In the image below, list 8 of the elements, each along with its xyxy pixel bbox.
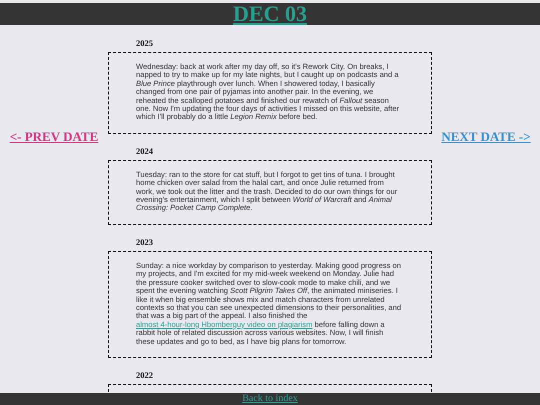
year-heading: 2025: [136, 38, 154, 48]
year-heading: 2024: [136, 146, 154, 156]
year-heading: 2023: [136, 236, 154, 247]
back-to-index-link[interactable]: Back to index: [242, 393, 298, 405]
year-heading: 2022: [136, 370, 154, 380]
page-title[interactable]: DEC 03: [233, 3, 307, 25]
next-date-link[interactable]: NEXT DATE ->: [441, 129, 531, 145]
prev-date-link[interactable]: <- PREV DATE: [10, 129, 98, 145]
